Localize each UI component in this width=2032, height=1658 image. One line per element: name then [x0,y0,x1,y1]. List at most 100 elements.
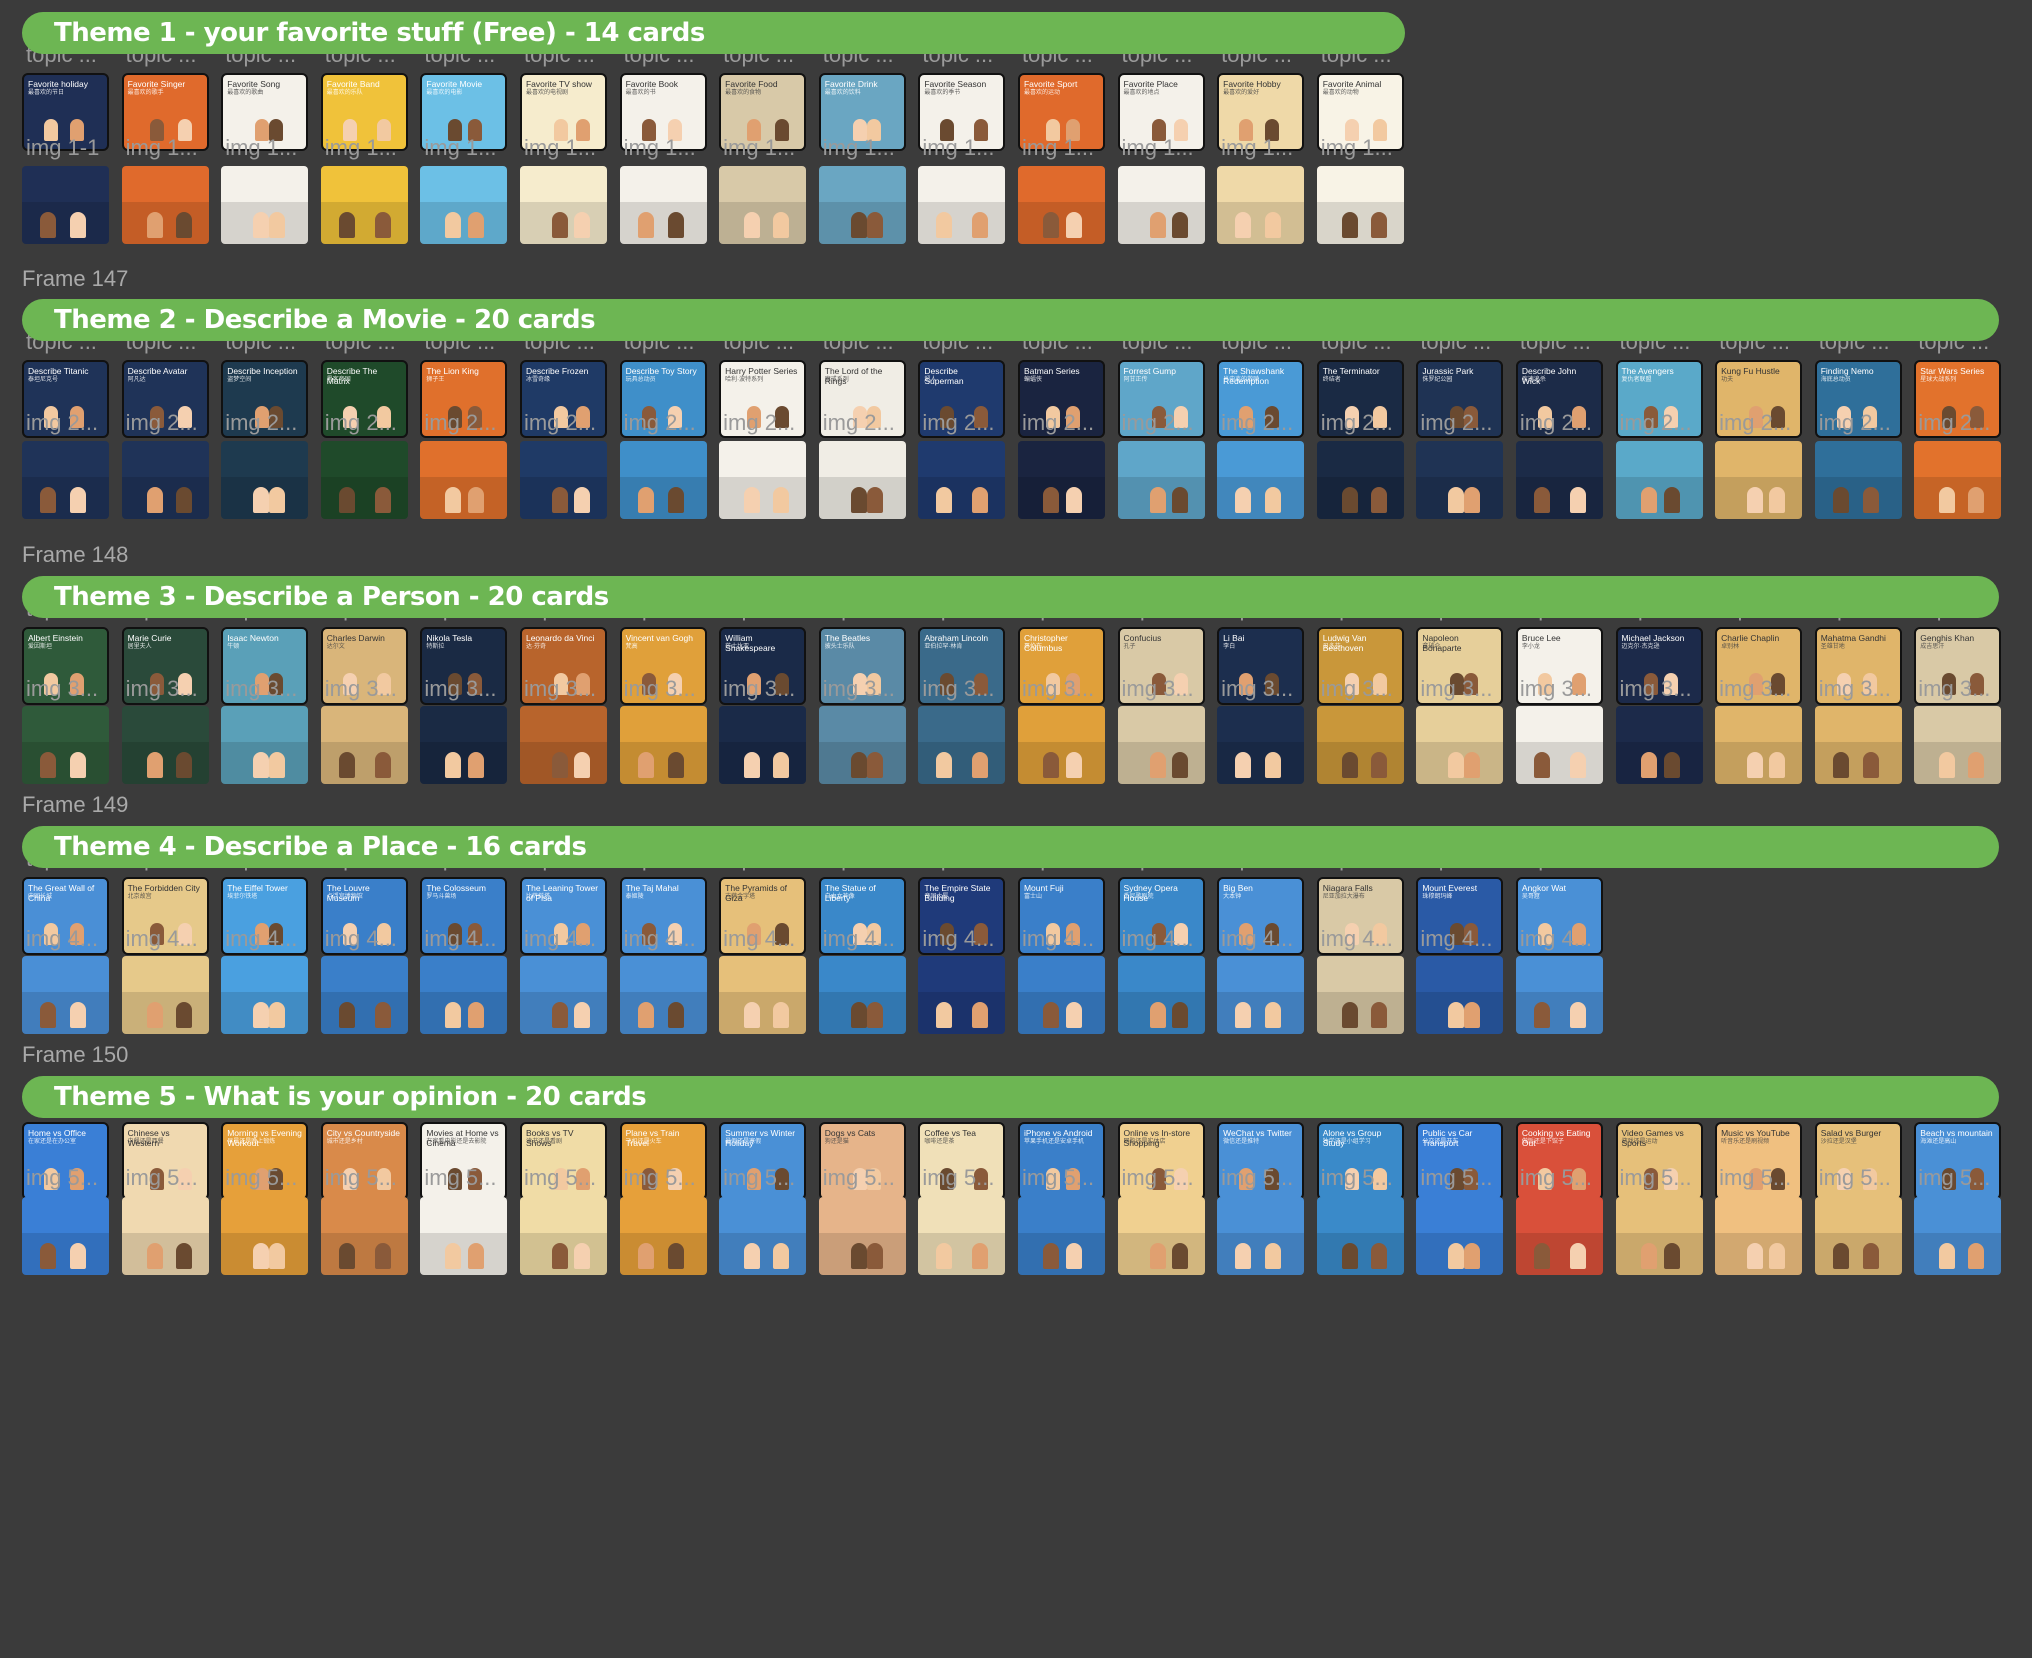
image-thumbnail[interactable] [818,166,906,244]
image-thumbnail[interactable] [719,441,807,519]
image-thumbnail[interactable] [221,1197,309,1275]
img-label[interactable]: img 3... [1914,676,2014,702]
frame-label[interactable]: Frame 149 [22,792,128,818]
img-label[interactable]: img 5... [1715,1165,1815,1191]
image-thumbnail[interactable] [1217,706,1305,784]
img-label[interactable]: img 3... [520,676,620,702]
img-label[interactable]: img 2... [520,410,620,436]
img-label[interactable]: img 5... [1914,1165,2014,1191]
image-thumbnail[interactable] [1117,441,1205,519]
image-thumbnail[interactable] [1914,706,2002,784]
img-label[interactable]: img 3... [1815,676,1915,702]
img-label[interactable]: img 4... [1317,926,1417,952]
img-label[interactable]: img 1... [321,135,421,161]
image-thumbnail[interactable] [320,441,408,519]
image-thumbnail[interactable] [719,956,807,1034]
img-label[interactable]: img 3... [22,676,122,702]
image-thumbnail[interactable] [420,706,508,784]
img-label[interactable]: img 5... [1516,1165,1616,1191]
image-thumbnail[interactable] [719,706,807,784]
img-label[interactable]: img 2... [22,410,122,436]
theme-banner[interactable]: Theme 3 - Describe a Person - 20 cards [22,576,1999,618]
img-label[interactable]: img 4... [819,926,919,952]
image-thumbnail[interactable] [22,1197,109,1275]
image-thumbnail[interactable] [320,956,408,1034]
image-thumbnail[interactable] [22,166,109,244]
image-thumbnail[interactable] [1316,706,1404,784]
img-label[interactable]: img 4... [1018,926,1118,952]
img-label[interactable]: img 4... [420,926,520,952]
img-label[interactable]: img 4... [1416,926,1516,952]
img-label[interactable]: img 2... [1018,410,1118,436]
image-thumbnail[interactable] [619,706,707,784]
img-label[interactable]: img 3... [1118,676,1218,702]
img-label[interactable]: img 5... [1416,1165,1516,1191]
image-thumbnail[interactable] [1515,706,1603,784]
img-label[interactable]: img 1... [520,135,620,161]
img-label[interactable]: img 1... [1217,135,1317,161]
img-label[interactable]: img 2... [122,410,222,436]
image-thumbnail[interactable] [1017,956,1105,1034]
img-label[interactable]: img 3... [918,676,1018,702]
img-label[interactable]: img 5... [1118,1165,1218,1191]
image-thumbnail[interactable] [1117,1197,1205,1275]
theme-banner[interactable]: Theme 4 - Describe a Place - 16 cards [22,826,1999,868]
image-thumbnail[interactable] [320,706,408,784]
image-thumbnail[interactable] [1814,441,1902,519]
img-label[interactable]: img 3... [420,676,520,702]
image-thumbnail[interactable] [320,166,408,244]
image-thumbnail[interactable] [619,166,707,244]
image-thumbnail[interactable] [918,956,1006,1034]
img-label[interactable]: img 5... [1616,1165,1716,1191]
img-label[interactable]: img 5... [1018,1165,1118,1191]
img-label[interactable]: img 3... [819,676,919,702]
img-label[interactable]: img 5... [1317,1165,1417,1191]
img-label[interactable]: img 3... [1715,676,1815,702]
image-thumbnail[interactable] [121,956,209,1034]
img-label[interactable]: img 2... [1516,410,1616,436]
image-thumbnail[interactable] [918,166,1006,244]
img-label[interactable]: img 3... [1616,676,1716,702]
img-label[interactable]: img 2... [221,410,321,436]
image-thumbnail[interactable] [918,1197,1006,1275]
image-thumbnail[interactable] [1217,441,1305,519]
img-label[interactable]: img 2... [1616,410,1716,436]
image-thumbnail[interactable] [1217,166,1305,244]
img-label[interactable]: img 4... [918,926,1018,952]
image-thumbnail[interactable] [1217,956,1305,1034]
frame-label[interactable]: Frame 150 [22,1042,128,1068]
img-label[interactable]: img 5... [221,1165,321,1191]
image-thumbnail[interactable] [1615,1197,1703,1275]
img-label[interactable]: img 4... [321,926,421,952]
image-thumbnail[interactable] [121,1197,209,1275]
image-thumbnail[interactable] [221,706,309,784]
image-thumbnail[interactable] [818,956,906,1034]
img-label[interactable]: img 5... [620,1165,720,1191]
img-label[interactable]: img 1... [1118,135,1218,161]
image-thumbnail[interactable] [1117,956,1205,1034]
img-label[interactable]: img 2... [1815,410,1915,436]
image-thumbnail[interactable] [221,441,309,519]
img-label[interactable]: img 1... [221,135,321,161]
img-label[interactable]: img 4... [22,926,122,952]
image-thumbnail[interactable] [420,166,508,244]
img-label[interactable]: img 4... [1118,926,1218,952]
img-label[interactable]: img 4... [221,926,321,952]
image-thumbnail[interactable] [22,441,109,519]
image-thumbnail[interactable] [519,956,607,1034]
image-thumbnail[interactable] [1416,441,1504,519]
img-label[interactable]: img 2... [1118,410,1218,436]
image-thumbnail[interactable] [1017,166,1105,244]
img-label[interactable]: img 3... [620,676,720,702]
image-thumbnail[interactable] [1117,706,1205,784]
image-thumbnail[interactable] [519,706,607,784]
image-thumbnail[interactable] [619,956,707,1034]
frame-label[interactable]: Frame 148 [22,542,128,568]
img-label[interactable]: img 2... [420,410,520,436]
img-label[interactable]: img 1... [719,135,819,161]
img-label[interactable]: img 5... [520,1165,620,1191]
image-thumbnail[interactable] [1416,1197,1504,1275]
img-label[interactable]: img 3... [321,676,421,702]
image-thumbnail[interactable] [221,956,309,1034]
image-thumbnail[interactable] [22,956,109,1034]
